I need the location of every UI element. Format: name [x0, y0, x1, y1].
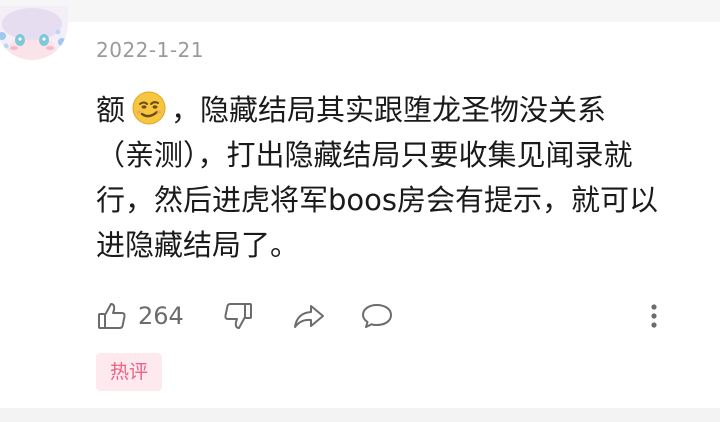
comment-icon: [360, 300, 394, 332]
comment-button[interactable]: [360, 296, 394, 336]
comment-text: 额 ，隐藏结局其实跟堕龙圣物没关系 （亲测），打出隐藏结局只要收集见闻录就 行，…: [96, 88, 696, 268]
comment-line: 进隐藏结局了。: [96, 228, 300, 262]
comment-date: 2022-1-21: [96, 38, 205, 62]
comment-text-segment: 额: [96, 93, 126, 127]
avatar[interactable]: [0, 6, 68, 60]
hot-comment-badge: 热评: [96, 353, 162, 391]
share-button[interactable]: [292, 296, 326, 336]
like-button[interactable]: 264: [96, 296, 184, 336]
share-icon: [292, 300, 326, 332]
bottom-separator: [0, 408, 720, 422]
comment-text-segment: ，隐藏结局其实跟堕龙圣物没关系: [171, 93, 607, 127]
comment-line: （亲测），打出隐藏结局只要收集见闻录就: [96, 138, 633, 172]
comment-line: 行，然后进虎将军boos房会有提示，就可以: [96, 183, 659, 217]
like-count: 264: [138, 302, 184, 330]
top-separator: [0, 0, 720, 22]
dislike-button[interactable]: [222, 296, 254, 336]
comment-actions: 264: [96, 296, 676, 336]
more-options-button[interactable]: [644, 296, 664, 336]
thumbs-down-icon: [222, 300, 254, 332]
more-vertical-icon: [644, 300, 664, 332]
smirk-emoji-icon: [131, 90, 167, 126]
comment-line: 额 ，隐藏结局其实跟堕龙圣物没关系: [96, 88, 696, 133]
thumbs-up-icon: [96, 300, 128, 332]
